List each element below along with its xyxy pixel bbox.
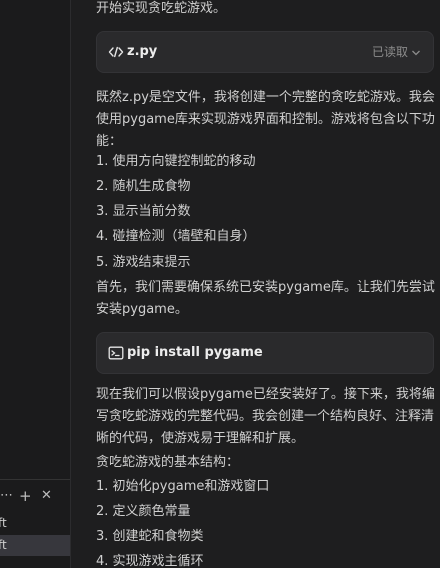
message-text: 既然z.py是空文件，我将创建一个完整的贪吃蛇游戏。我会使用pygame库来实现… xyxy=(96,90,435,149)
list-item: 3. 显示当前分数 xyxy=(96,204,191,219)
message-text: 开始实现贪吃蛇游戏。 xyxy=(96,1,227,16)
file-status-label: 已读取 xyxy=(371,45,408,59)
side-panel-item[interactable]: ft xyxy=(0,513,70,534)
list-item: 2. 定义颜色常量 xyxy=(96,504,191,519)
file-name: z.py xyxy=(127,44,158,59)
section-title: 贪吃蛇游戏的基本结构： xyxy=(96,455,240,470)
more-icon[interactable]: ⋯ xyxy=(0,486,13,506)
side-panel-item-label: ft xyxy=(0,516,7,530)
chevron-down-icon[interactable] xyxy=(411,48,421,58)
list-item: 3. 创建蛇和食物类 xyxy=(96,529,204,544)
chat-panel: 开始实现贪吃蛇游戏。 z.py 已读取 既然z.py是空文件，我将创建一个完整的… xyxy=(71,0,440,568)
panel-divider xyxy=(0,479,70,480)
side-panel-item-selected[interactable]: ft xyxy=(0,535,70,556)
message-text: 现在我们可以假设pygame已经安装好了。接下来，我将编写贪吃蛇游戏的完整代码。… xyxy=(96,387,435,446)
list-item: 4. 碰撞检测（墙壁和自身） xyxy=(96,229,256,244)
side-panel: ⋯ + ✕ ft ft xyxy=(0,0,71,568)
command-card[interactable]: pip install pygame xyxy=(96,332,434,374)
list-item: 2. 随机生成食物 xyxy=(96,179,191,194)
list-item: 5. 游戏结束提示 xyxy=(96,255,191,270)
code-icon xyxy=(108,44,124,60)
list-item: 1. 使用方向键控制蛇的移动 xyxy=(96,154,256,169)
file-status: 已读取 xyxy=(372,32,421,72)
side-panel-item-label: ft xyxy=(0,538,7,552)
panel-controls: ⋯ + ✕ xyxy=(0,486,70,508)
list-item: 1. 初始化pygame和游戏窗口 xyxy=(96,479,270,494)
file-card[interactable]: z.py 已读取 xyxy=(96,31,434,73)
message-text: 首先，我们需要确保系统已安装pygame库。让我们先尝试安装pygame。 xyxy=(96,280,435,317)
add-icon[interactable]: + xyxy=(19,486,32,506)
command-text: pip install pygame xyxy=(127,345,263,360)
list-item: 4. 实现游戏主循环 xyxy=(96,554,204,568)
close-icon[interactable]: ✕ xyxy=(41,486,52,506)
terminal-icon xyxy=(108,345,124,361)
